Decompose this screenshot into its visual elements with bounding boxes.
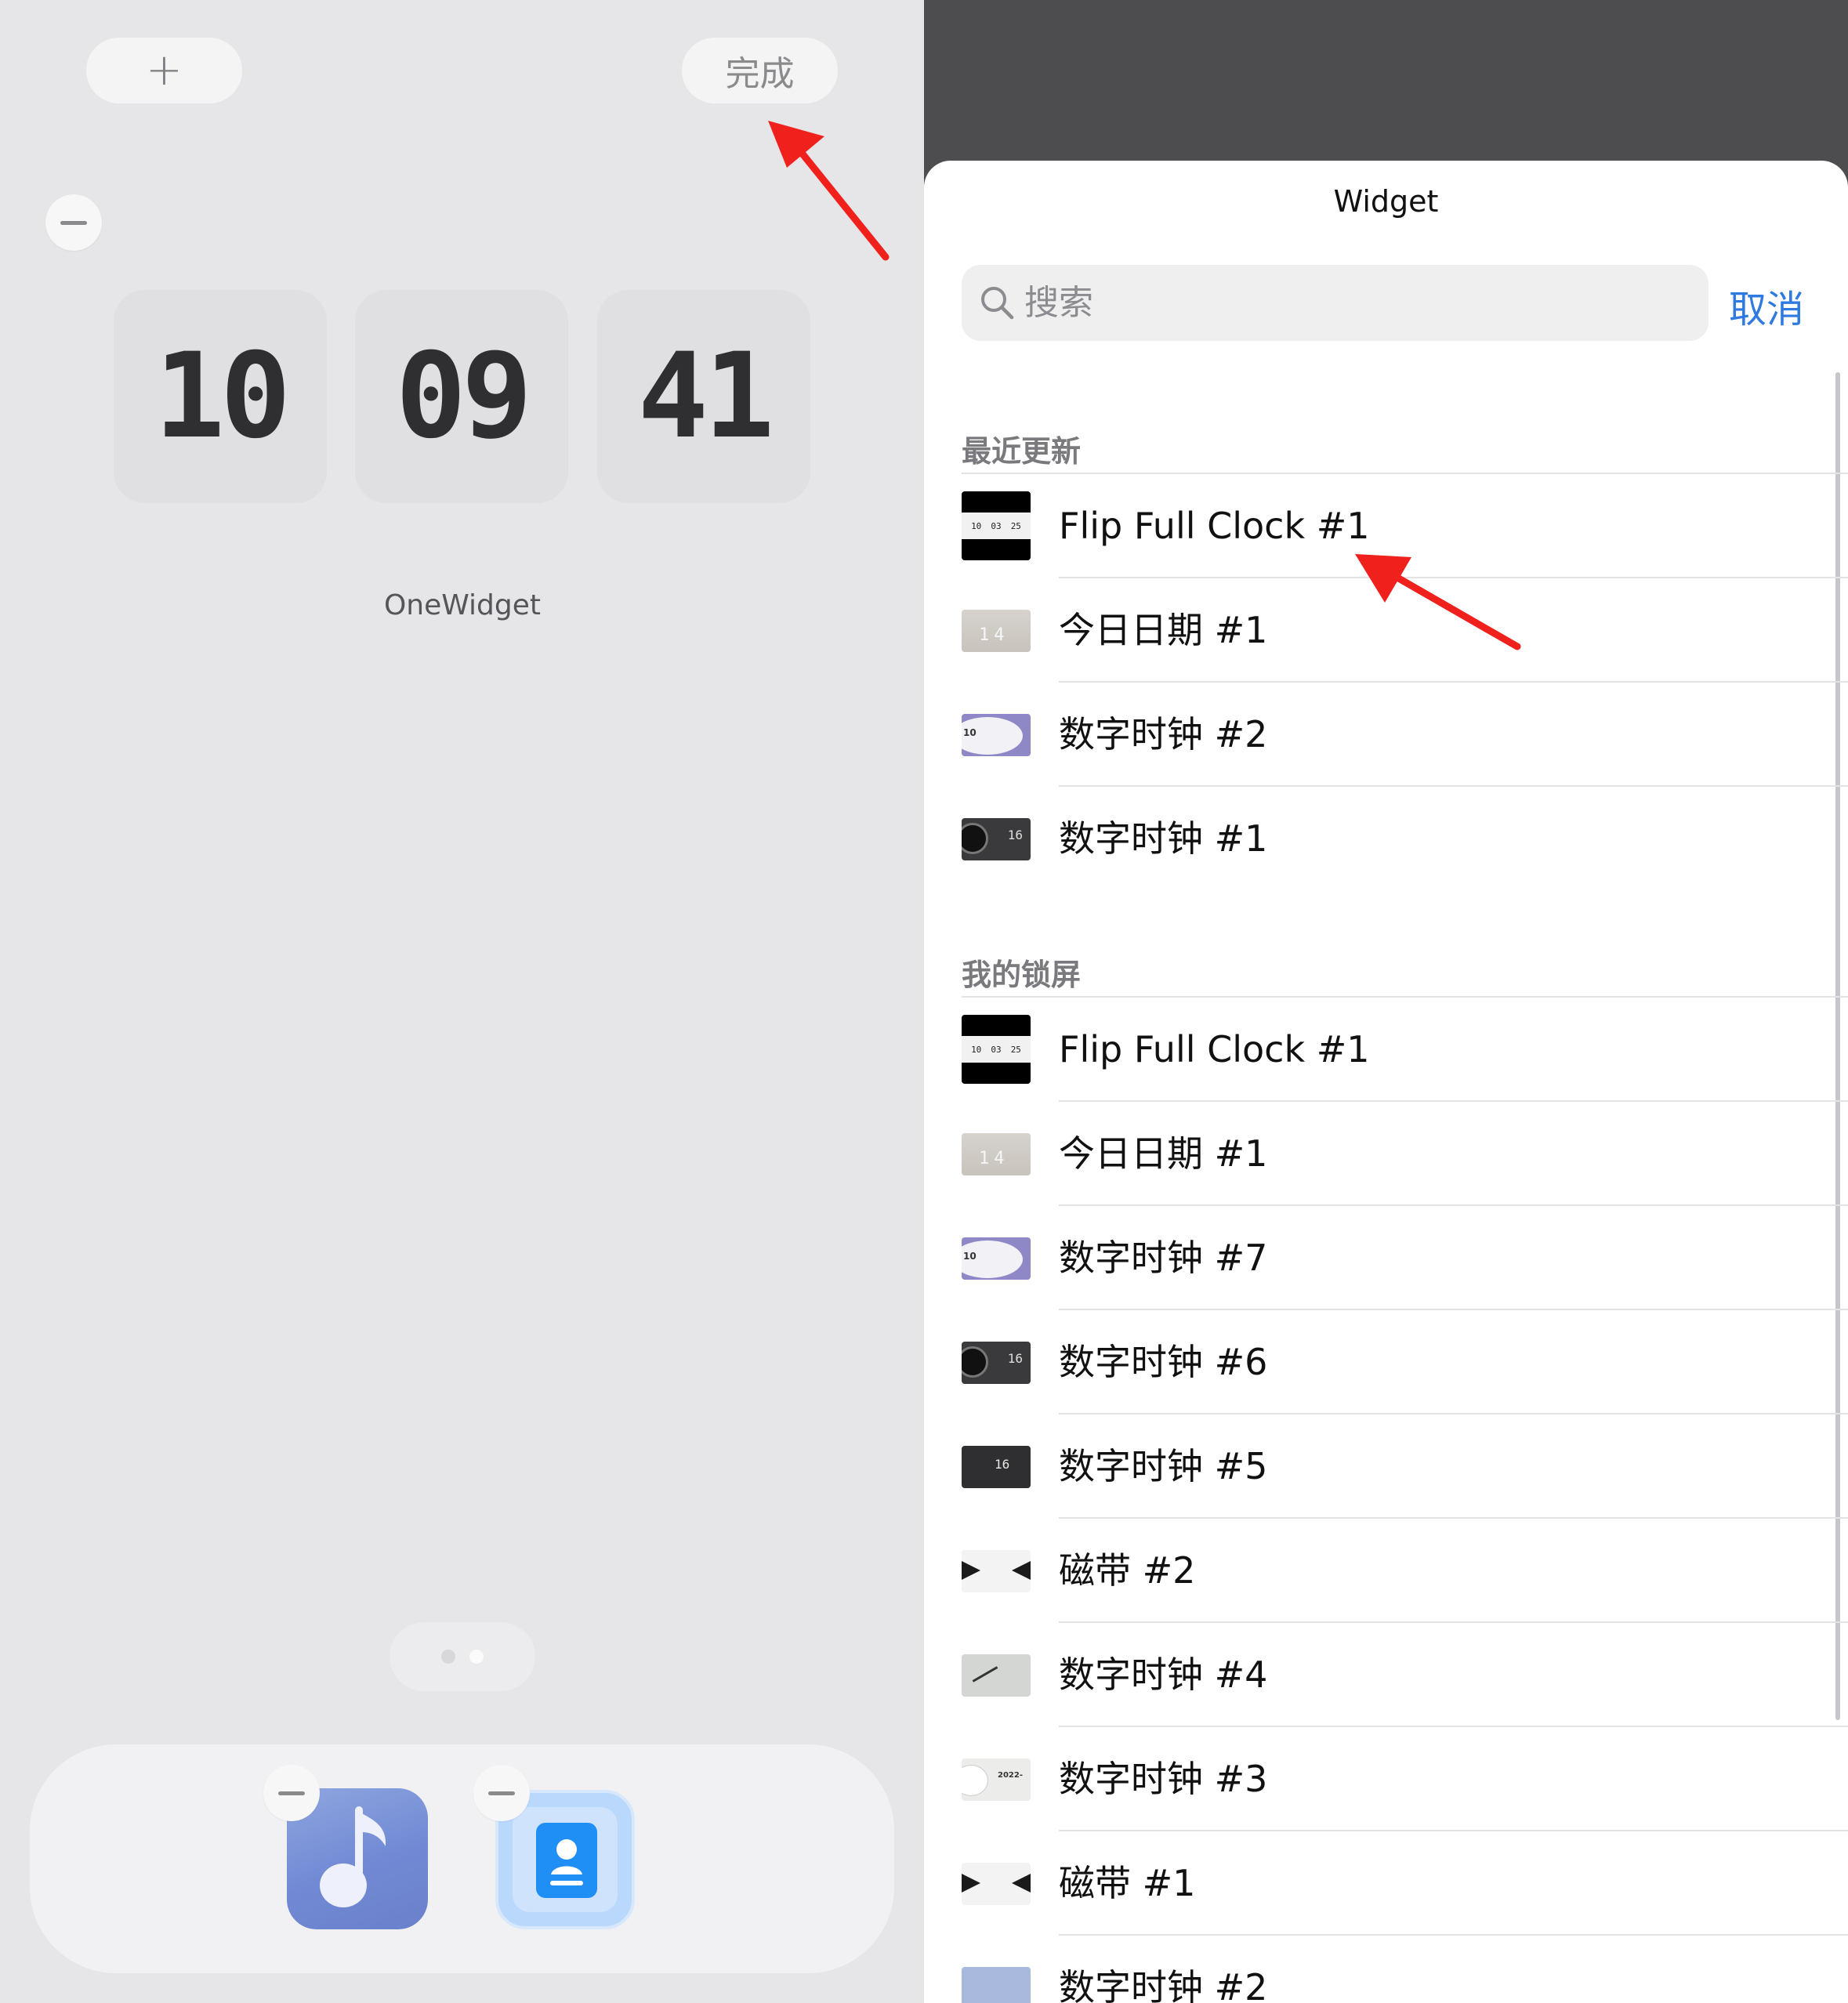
list-item-label: 磁带 #2 <box>1059 1549 1196 1592</box>
list-item[interactable]: 数字时钟 #2 <box>924 1936 1848 2003</box>
widget-caption: OneWidget <box>383 589 542 621</box>
dark-gauge-thumbnail: 16 <box>962 1342 1031 1384</box>
list-item-label: 数字时钟 #5 <box>1059 1445 1268 1487</box>
dock <box>30 1744 894 1973</box>
light-date-thumbnail: 2022- <box>962 1759 1031 1801</box>
list-item[interactable]: 16 数字时钟 #6 <box>924 1310 1848 1414</box>
list-item-label: 今日日期 #1 <box>1059 609 1268 651</box>
list-item-label: 数字时钟 #2 <box>1059 1966 1268 2003</box>
list-item[interactable]: 10 数字时钟 #2 <box>924 683 1848 787</box>
list-item[interactable]: 2022- 数字时钟 #3 <box>924 1727 1848 1831</box>
blue-thumbnail <box>962 1967 1031 2003</box>
section-header: 我的锁屏 <box>962 958 1082 992</box>
remove-contacts-app-button[interactable] <box>473 1765 530 1821</box>
clock-minutes: 09 <box>395 328 533 465</box>
list-item-label: 数字时钟 #1 <box>1059 817 1268 860</box>
page-indicator[interactable] <box>390 1622 535 1691</box>
clock-seconds: 41 <box>637 328 775 465</box>
home-screen: + 完成 10 09 41 OneWidget <box>0 0 924 2003</box>
list-item-label: Flip Full Clock #1 <box>1059 1028 1370 1070</box>
remove-widget-button[interactable] <box>45 194 102 251</box>
list-item[interactable]: 磁带 #2 <box>924 1519 1848 1623</box>
annotation-arrow-icon <box>1355 554 1521 650</box>
remove-music-app-button[interactable] <box>263 1765 320 1821</box>
minus-icon <box>60 220 87 225</box>
list-item-label: 数字时钟 #3 <box>1059 1758 1268 1800</box>
dark-gauge-thumbnail: 16 <box>962 818 1031 860</box>
dark-digits-thumbnail: 16 <box>962 1446 1031 1488</box>
cancel-button[interactable]: 取消 <box>1729 278 1804 333</box>
section-header: 最近更新 <box>962 434 1082 469</box>
purple-clock-thumbnail: 10 <box>962 1237 1031 1280</box>
list-item-label: 数字时钟 #4 <box>1059 1653 1268 1696</box>
clock-hours-tile[interactable]: 10 <box>114 290 327 503</box>
date-thumbnail: 14 <box>962 1133 1031 1175</box>
clock-minutes-tile[interactable]: 09 <box>355 290 568 503</box>
flip-clock-thumbnail: 10 03 25 <box>962 491 1031 560</box>
clock-hours: 10 <box>154 328 292 465</box>
flip-clock-thumbnail: 10 03 25 <box>962 1015 1031 1084</box>
list-item-label: Flip Full Clock #1 <box>1059 505 1370 547</box>
list-item[interactable]: 数字时钟 #4 <box>924 1623 1848 1727</box>
annotation-arrow-icon <box>768 121 890 261</box>
list-item-label: 磁带 #1 <box>1059 1862 1196 1904</box>
widget-picker-sheet: Widget 取消 最近更新 100325 Flip Full Clock #1 <box>924 161 1848 2003</box>
list-item[interactable]: 磁带 #1 <box>924 1831 1848 1936</box>
done-label: 完成 <box>725 54 795 94</box>
tape-thumbnail <box>962 1550 1031 1592</box>
page-dot <box>441 1650 455 1664</box>
list-item[interactable]: 10 03 25 Flip Full Clock #1 <box>924 998 1848 1102</box>
list-item-label: 数字时钟 #7 <box>1059 1237 1268 1279</box>
plus-icon: + <box>146 45 183 96</box>
search-icon <box>981 286 1014 319</box>
contact-card-icon <box>536 1823 597 1898</box>
search-box[interactable] <box>962 265 1708 341</box>
widget-picker-overlay: Widget 取消 最近更新 100325 Flip Full Clock #1 <box>924 0 1848 2003</box>
minus-icon <box>278 1791 305 1795</box>
minus-icon <box>488 1791 515 1795</box>
list-item[interactable]: 16 数字时钟 #1 <box>924 787 1848 891</box>
page-dot-active <box>469 1650 484 1664</box>
add-widget-button[interactable]: + <box>86 38 242 103</box>
grey-analog-thumbnail <box>962 1654 1031 1697</box>
tape-thumbnail <box>962 1863 1031 1905</box>
list-item-label: 数字时钟 #6 <box>1059 1341 1268 1383</box>
list-item[interactable]: 14 今日日期 #1 <box>924 1102 1848 1206</box>
list-item[interactable]: 10 数字时钟 #7 <box>924 1206 1848 1310</box>
list-item[interactable]: 16 数字时钟 #5 <box>924 1414 1848 1519</box>
list-item-label: 今日日期 #1 <box>1059 1132 1268 1175</box>
purple-clock-thumbnail: 10 <box>962 714 1031 756</box>
sheet-title: Widget <box>1333 184 1439 219</box>
clock-seconds-tile[interactable]: 41 <box>597 290 810 503</box>
date-thumbnail: 14 <box>962 610 1031 652</box>
done-button[interactable]: 完成 <box>682 38 838 103</box>
list-item-label: 数字时钟 #2 <box>1059 713 1268 755</box>
search-input[interactable] <box>1024 265 1698 341</box>
